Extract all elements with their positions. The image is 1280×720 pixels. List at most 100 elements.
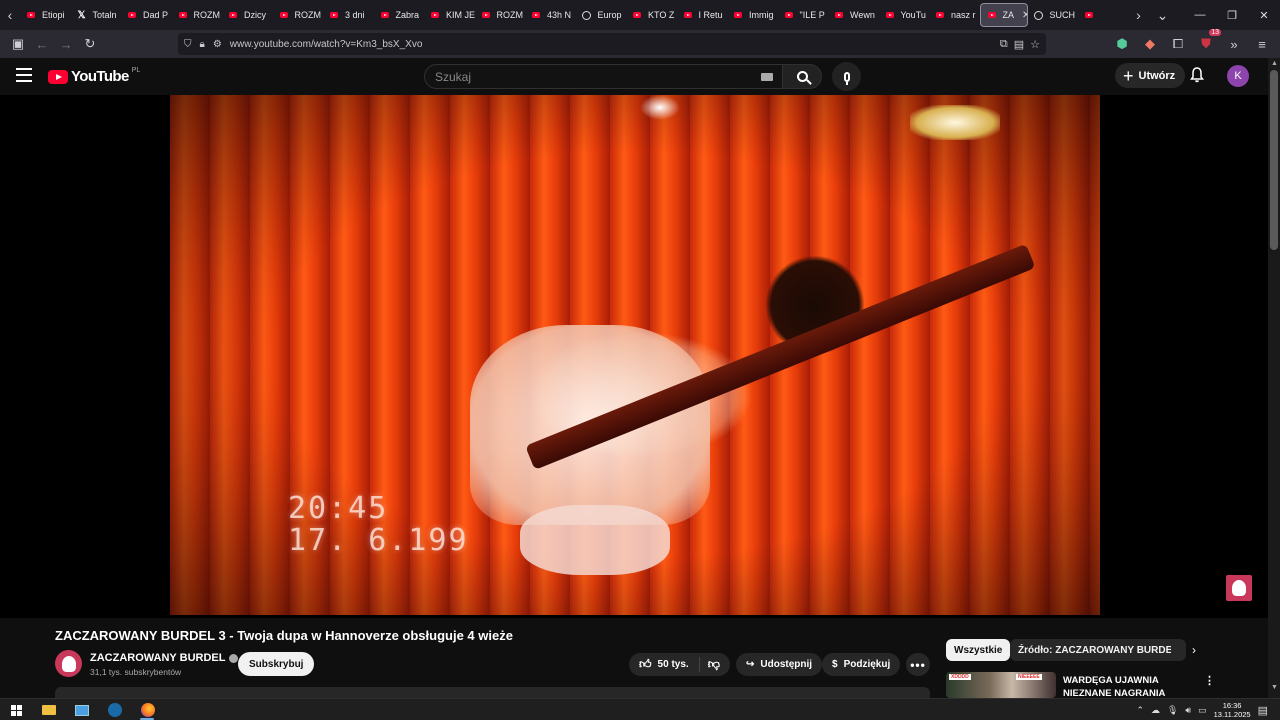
channel-name[interactable]: ZACZAROWANY BURDEL	[90, 652, 225, 664]
browser-tab[interactable]: Dzicy	[222, 0, 273, 30]
start-button[interactable]	[8, 702, 24, 718]
like-button[interactable]: 👍︎ 50 tys.	[629, 657, 700, 672]
browser-tab[interactable]: 𝕏 Totaln	[71, 0, 122, 30]
browser-tab[interactable]: Etiopi	[20, 0, 71, 30]
browser-tab[interactable]: Immig	[727, 0, 778, 30]
windows-logo-icon	[10, 704, 22, 716]
notifications-icon[interactable]: ▤	[1258, 704, 1268, 717]
youtube-logo[interactable]: YouTube PL	[48, 67, 140, 85]
overflow-menu-icon[interactable]: »	[1222, 32, 1246, 56]
url-text[interactable]: www.youtube.com/watch?v=Km3_bsX_Xvo	[230, 39, 423, 50]
browser-tab[interactable]: I Retu	[677, 0, 728, 30]
scroll-up-icon[interactable]: ▲	[1271, 60, 1278, 67]
search-button[interactable]	[782, 64, 822, 89]
thanks-button[interactable]: $ Podziękuj	[822, 653, 901, 676]
youtube-icon	[228, 10, 238, 20]
chevron-right-icon[interactable]: ›	[1192, 643, 1196, 657]
more-actions-button[interactable]: •••	[906, 653, 930, 676]
user-avatar[interactable]: K	[1227, 65, 1249, 87]
video-frame[interactable]: 20:45 17. 6.199	[170, 95, 1100, 615]
keyboard-icon[interactable]	[761, 73, 773, 81]
channel-watermark-icon[interactable]	[1226, 575, 1252, 601]
ublock-extension-icon[interactable]: ⛊ 13	[1194, 29, 1221, 56]
page-scrollbar[interactable]: ▲ ▼	[1268, 58, 1280, 698]
microphone-tray-icon[interactable]: 🎙︎	[1167, 705, 1178, 716]
address-bar[interactable]: ⛉ 🔒︎ ⚙ www.youtube.com/watch?v=Km3_bsX_X…	[178, 33, 1046, 55]
firefox-icon[interactable]	[140, 702, 156, 718]
permissions-icon[interactable]: ⚙	[213, 39, 222, 50]
channel-avatar[interactable]	[55, 650, 82, 677]
network-icon[interactable]: ▭	[1198, 705, 1207, 716]
bookmark-star-icon[interactable]: ☆	[1030, 38, 1040, 51]
fox-extension-icon[interactable]: ◆	[1138, 32, 1162, 56]
scroll-down-icon[interactable]: ▼	[1271, 684, 1278, 691]
tab-label: KIM JE	[446, 10, 475, 20]
tab-label: I Retu	[698, 10, 723, 20]
back-button[interactable]: ←	[30, 32, 54, 56]
browser-tab[interactable]: SUCH	[1028, 0, 1079, 30]
reader-view-icon[interactable]: ▤	[1014, 38, 1024, 51]
vpn-extension-icon[interactable]: ⬢	[1110, 32, 1134, 56]
forward-button[interactable]: →	[54, 32, 78, 56]
sidebar-toggle-icon[interactable]: ▣	[6, 32, 30, 56]
this-pc-icon[interactable]	[74, 702, 90, 718]
browser-tab[interactable]: ROZM	[475, 0, 526, 30]
browser-tab[interactable]: ZA✕	[979, 3, 1028, 27]
browser-tab[interactable]: 43h N	[525, 0, 576, 30]
steam-icon[interactable]	[107, 702, 123, 718]
chip-all[interactable]: Wszystkie	[946, 639, 1011, 661]
reload-button[interactable]: ↻	[78, 32, 102, 56]
browser-tab[interactable]: ROZM	[172, 0, 223, 30]
chip-partial[interactable]	[1171, 639, 1179, 661]
cloud-icon[interactable]: ☁	[1151, 705, 1160, 716]
file-explorer-icon[interactable]	[41, 702, 57, 718]
video-player[interactable]: 20:45 17. 6.199	[0, 95, 1268, 618]
browser-tab[interactable]: KIM JE	[424, 0, 475, 30]
app-menu-icon[interactable]: ≡	[1250, 32, 1274, 56]
kebab-menu-icon[interactable]: ⋮	[1204, 674, 1215, 687]
tray-overflow-icon[interactable]: ⌃	[1136, 705, 1144, 716]
clock[interactable]: 16:36 13.11.2025	[1214, 701, 1251, 720]
volume-icon[interactable]: 🔊︎	[1185, 705, 1191, 716]
browser-tab[interactable]: YouTu	[879, 0, 930, 30]
picture-in-picture-icon[interactable]: ⧉	[1000, 38, 1008, 51]
stage-lamp	[910, 105, 1000, 140]
voice-search-button[interactable]	[832, 62, 861, 91]
browser-tab[interactable]: Wewn	[828, 0, 879, 30]
browser-tab[interactable]: KTO Z	[626, 0, 677, 30]
create-button[interactable]: + Utwórz	[1115, 63, 1186, 88]
tab-scroll-left-button[interactable]: ‹	[0, 0, 20, 30]
minimize-button[interactable]: —	[1184, 0, 1216, 30]
extensions-puzzle-icon[interactable]: ⧠	[1166, 32, 1190, 56]
browser-tab[interactable]: "ILE P	[778, 0, 829, 30]
browser-tab[interactable]: Dad P	[121, 0, 172, 30]
scrollbar-thumb[interactable]	[1270, 70, 1278, 250]
subscribe-button[interactable]: Subskrybuj	[238, 652, 315, 676]
list-all-tabs-button[interactable]: ⌄	[1149, 0, 1177, 30]
chip-source[interactable]: Źródło: ZACZAROWANY BURDEL	[1010, 639, 1187, 661]
browser-tab[interactable]	[1078, 0, 1129, 30]
close-window-button[interactable]: ✕	[1248, 0, 1280, 30]
lock-icon[interactable]: 🔒︎	[200, 39, 205, 50]
browser-tab[interactable]: ROZM	[273, 0, 324, 30]
restore-button[interactable]: ❐	[1216, 0, 1248, 30]
youtube-icon	[834, 10, 844, 20]
share-button[interactable]: ↪ Udostępnij	[736, 653, 823, 676]
hamburger-menu-icon[interactable]	[16, 68, 32, 82]
vhs-time: 20:45	[288, 491, 389, 526]
notifications-bell-icon[interactable]	[1190, 67, 1204, 83]
tab-label: SUCH	[1049, 10, 1076, 20]
thumbs-down-icon: 👎︎	[707, 657, 720, 671]
tab-scroll-right-button[interactable]: ›	[1129, 0, 1149, 30]
browser-tab[interactable]: Zabra	[374, 0, 425, 30]
description-box[interactable]	[55, 687, 930, 698]
recommended-thumbnail[interactable]: XDDDD NIEEEEE	[946, 672, 1056, 698]
tab-label: ROZM	[496, 10, 524, 20]
shield-icon[interactable]: ⛉	[184, 39, 192, 50]
dislike-button[interactable]: 👎︎	[700, 657, 728, 672]
channel-name-link[interactable]: ZACZAROWANY BURDEL	[90, 652, 239, 664]
search-input[interactable]: Szukaj	[424, 64, 784, 89]
browser-tab[interactable]: Europ	[576, 0, 627, 30]
browser-tab[interactable]: nasz r	[929, 0, 980, 30]
browser-tab[interactable]: 3 dni	[323, 0, 374, 30]
